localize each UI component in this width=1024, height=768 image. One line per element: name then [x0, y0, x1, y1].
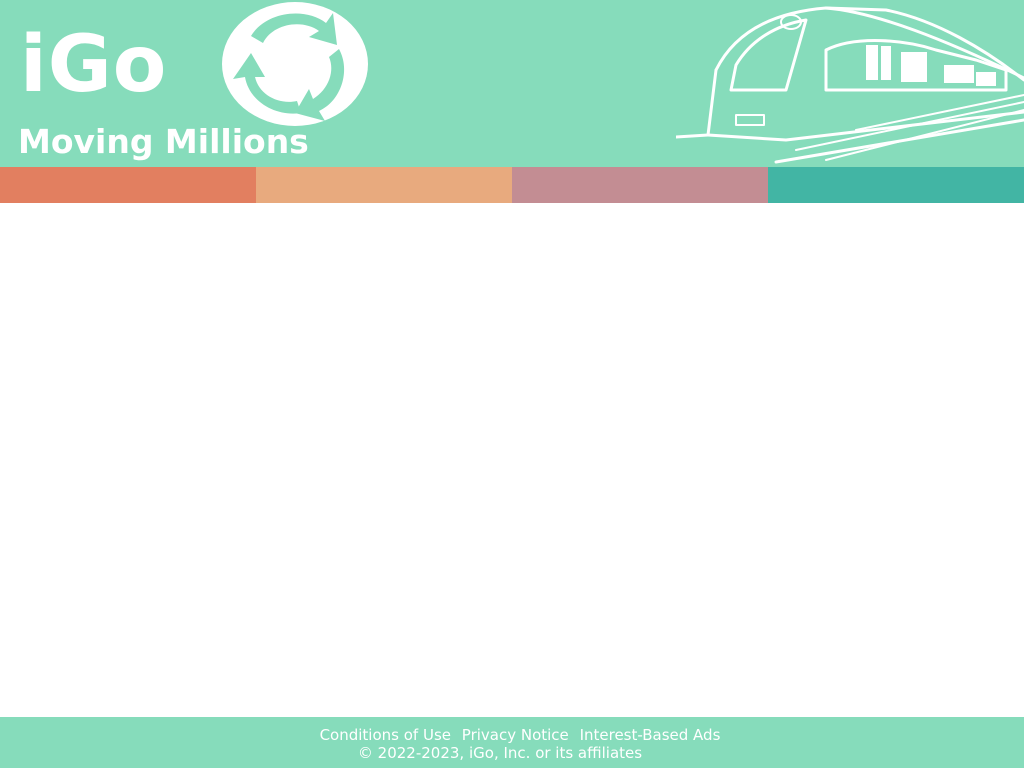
copyright-text: © 2022-2023, iGo, Inc. or its affiliates: [357, 744, 643, 762]
page: iGo Moving Millions Conditions of Use Pr…: [0, 0, 1024, 768]
site-footer: Conditions of Use Privacy Notice Interes…: [0, 717, 1024, 768]
color-band: [0, 167, 1024, 203]
footer-links: Conditions of Use Privacy Notice Interes…: [0, 726, 1024, 745]
main-content: [0, 203, 1024, 717]
site-header: iGo Moving Millions: [0, 0, 1024, 167]
color-band-segment-3: [512, 167, 768, 203]
high-speed-train-icon: [676, 6, 1024, 164]
conditions-of-use-link[interactable]: Conditions of Use: [320, 726, 451, 744]
tagline: Moving Millions: [18, 122, 309, 161]
brand-logo-text[interactable]: iGo: [20, 20, 167, 110]
interest-based-ads-link[interactable]: Interest-Based Ads: [580, 726, 721, 744]
color-band-segment-1: [0, 167, 256, 203]
color-band-segment-4: [768, 167, 1024, 203]
privacy-notice-link[interactable]: Privacy Notice: [462, 726, 569, 744]
circular-arrows-icon: [222, 2, 368, 126]
color-band-segment-2: [256, 167, 512, 203]
